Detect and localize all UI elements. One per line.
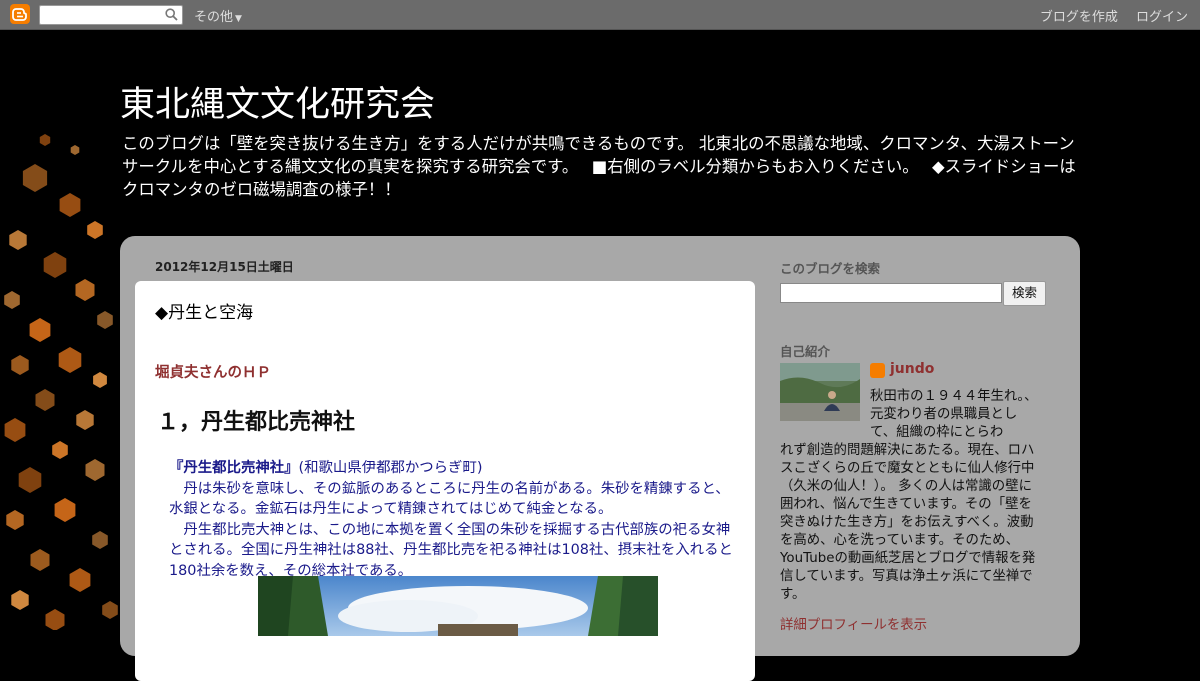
search-widget-title: このブログを検索 bbox=[780, 261, 881, 276]
bokeh-spot bbox=[11, 355, 29, 375]
sidebar: このブログを検索 検索 自己紹介 jundo 秋田市の１９４４年生れ。、元変わり… bbox=[780, 236, 1070, 656]
bokeh-spot bbox=[69, 568, 91, 592]
bokeh-spot bbox=[6, 510, 24, 530]
bokeh-spot bbox=[54, 498, 76, 522]
blog-search-input[interactable] bbox=[780, 283, 1002, 303]
create-blog-link[interactable]: ブログを作成 bbox=[1040, 10, 1118, 25]
bokeh-spot bbox=[35, 389, 55, 411]
more-label: その他 bbox=[194, 10, 234, 25]
bokeh-spot bbox=[76, 410, 94, 430]
post-body: 『丹生都比売神社』(和歌山県伊都郡かつらぎ町) 丹は朱砂を意味し、その鉱脈のある… bbox=[169, 458, 737, 581]
bokeh-spot bbox=[75, 279, 95, 301]
profile-text-line2: れず創造的問題解決にあたる。現在、ロハスこざくらの丘で魔女とともに仙人修行中（久… bbox=[780, 443, 1036, 602]
shrine-name: 『丹生都比売神社』 bbox=[169, 460, 299, 476]
bokeh-spot bbox=[92, 531, 108, 549]
post-title[interactable]: ◆丹生と空海 bbox=[155, 298, 253, 323]
bokeh-spot bbox=[58, 347, 82, 373]
post-heading: １，丹生都比売神社 bbox=[157, 410, 356, 435]
search-icon[interactable] bbox=[165, 8, 178, 21]
post-paragraph-2: 丹生都比売大神とは、この地に本拠を置く全国の朱砂を採掘する古代部族の祀る女神とさ… bbox=[169, 521, 733, 579]
profile-widget-title: 自己紹介 bbox=[780, 344, 831, 359]
view-profile-link[interactable]: 詳細プロフィールを表示 bbox=[780, 613, 927, 633]
shrine-photo[interactable] bbox=[258, 576, 658, 636]
bokeh-spot bbox=[18, 467, 42, 493]
more-menu[interactable]: その他 ▼ bbox=[194, 6, 242, 25]
caret-down-icon: ▼ bbox=[235, 14, 242, 24]
bokeh-spot bbox=[102, 601, 118, 619]
bokeh-spot bbox=[30, 549, 50, 571]
post-date: 2012年12月15日土曜日 bbox=[155, 260, 294, 274]
search-button[interactable]: 検索 bbox=[1003, 281, 1046, 306]
post-paragraph-1: 丹は朱砂を意味し、その鉱脈のあるところに丹生の名前がある。朱砂を精錬すると、水銀… bbox=[169, 480, 730, 518]
bokeh-spot bbox=[22, 164, 48, 192]
bokeh-spot bbox=[9, 230, 27, 250]
navbar-search-input[interactable] bbox=[39, 5, 183, 25]
bokeh-spot bbox=[39, 134, 51, 146]
blog-description: このブログは「壁を突き抜ける生き方」をする人だけが共鳴できるものです。 北東北の… bbox=[122, 134, 1076, 199]
content-area: 2012年12月15日土曜日 ◆丹生と空海 堀貞夫さんのＨＰ １，丹生都比売神社… bbox=[120, 236, 1080, 681]
bokeh-spot bbox=[43, 252, 67, 278]
login-link[interactable]: ログイン bbox=[1136, 10, 1188, 25]
bokeh-spot bbox=[59, 193, 81, 217]
bokeh-spot bbox=[85, 459, 105, 481]
blogger-logo-icon[interactable] bbox=[10, 4, 30, 24]
profile-description: 秋田市の１９４４年生れ。、元変わり者の県職員として、組織の枠にとらわ れず創造的… bbox=[780, 388, 1042, 604]
bokeh-spot bbox=[87, 221, 103, 239]
blogger-navbar: その他 ▼ ブログを作成 ログイン bbox=[0, 0, 1200, 30]
bokeh-spot bbox=[45, 609, 65, 630]
bokeh-spot bbox=[11, 590, 29, 610]
shrine-location: (和歌山県伊都郡かつらぎ町) bbox=[298, 460, 483, 476]
profile-text-line1: 秋田市の１９４４年生れ。、元変わり者の県職員として、組織の枠にとらわ bbox=[870, 389, 1038, 440]
post: ◆丹生と空海 堀貞夫さんのＨＰ １，丹生都比売神社 『丹生都比売神社』(和歌山県… bbox=[135, 281, 755, 681]
bokeh-spot bbox=[93, 372, 107, 388]
bokeh-spot bbox=[52, 441, 68, 459]
hp-link[interactable]: 堀貞夫さんのＨＰ bbox=[155, 361, 271, 382]
bokeh-spot bbox=[97, 311, 113, 329]
bokeh-spot bbox=[4, 418, 26, 442]
author-name[interactable]: jundo bbox=[870, 361, 934, 377]
bokeh-spot bbox=[70, 145, 80, 155]
bokeh-spot bbox=[29, 318, 51, 342]
bokeh-spot bbox=[4, 291, 20, 309]
blog-title[interactable]: 東北縄文文化研究会 bbox=[120, 76, 435, 127]
